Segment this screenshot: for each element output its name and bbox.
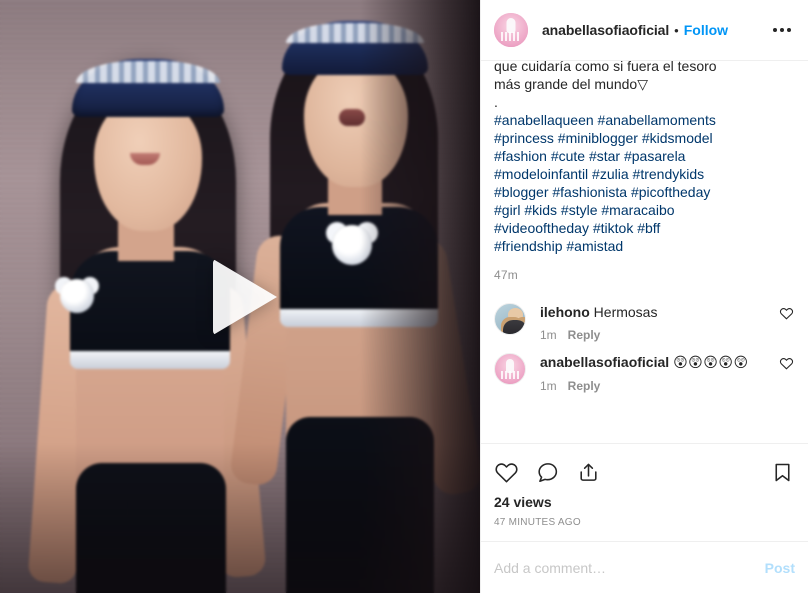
follow-button[interactable]: Follow bbox=[684, 22, 728, 38]
comment-like-icon[interactable] bbox=[779, 356, 795, 376]
comment-like-icon[interactable] bbox=[779, 306, 795, 326]
author-username[interactable]: anabellasofiaoficial bbox=[542, 22, 669, 38]
comment-reply-button[interactable]: Reply bbox=[568, 328, 601, 342]
dot-1 bbox=[773, 28, 777, 32]
caption-hashtags-6[interactable]: #girl #kids #style #maracaibo bbox=[494, 201, 795, 219]
comment-item: anabellasofiaoficial 😲😲😲😲😲 1m Reply bbox=[494, 346, 795, 397]
comment-reply-button[interactable]: Reply bbox=[568, 379, 601, 393]
commenter-username[interactable]: anabellasofiaoficial bbox=[540, 354, 669, 370]
comments-list: ilehono Hermosas 1m Reply anabellasofiao… bbox=[494, 296, 795, 397]
comments-scroll-area[interactable]: que cuidaría como si fuera el tesoro más… bbox=[481, 61, 808, 443]
action-icon-row bbox=[494, 453, 795, 491]
post-header: anabellasofiaoficial • Follow bbox=[481, 0, 808, 61]
add-comment-bar: Post bbox=[481, 541, 808, 593]
caption-blank-marker: . bbox=[494, 94, 498, 110]
comment-timestamp: 1m bbox=[540, 328, 557, 342]
share-button[interactable] bbox=[576, 460, 601, 485]
shadow-bottom bbox=[0, 443, 480, 593]
save-button[interactable] bbox=[770, 460, 795, 485]
commenter-avatar[interactable] bbox=[494, 353, 526, 385]
comment-body: 😲😲😲😲😲 bbox=[673, 355, 749, 371]
post-media[interactable] bbox=[0, 0, 480, 593]
post-actions: 24 views 47 MINUTES AGO bbox=[481, 443, 808, 541]
caption-hashtags-2[interactable]: #princess #miniblogger #kidsmodel bbox=[494, 129, 795, 147]
caption-hashtags-3[interactable]: #fashion #cute #star #pasarela bbox=[494, 147, 795, 165]
comment-text-line: anabellasofiaoficial 😲😲😲😲😲 bbox=[540, 353, 771, 372]
commenter-username[interactable]: ilehono bbox=[540, 304, 590, 320]
crop-top-hem-left bbox=[70, 351, 230, 369]
play-button[interactable] bbox=[194, 251, 286, 343]
comment-item: ilehono Hermosas 1m Reply bbox=[494, 296, 795, 346]
comment-content: anabellasofiaoficial 😲😲😲😲😲 1m Reply bbox=[540, 353, 771, 393]
instagram-post: anabellasofiaoficial • Follow que cuidar… bbox=[0, 0, 808, 593]
avatar-image bbox=[494, 13, 528, 47]
caption-hashtags-8[interactable]: #friendship #amistad bbox=[494, 237, 795, 255]
view-count: 24 views bbox=[494, 494, 552, 510]
caption-hashtags-5[interactable]: #blogger #fashionista #picoftheday bbox=[494, 183, 795, 201]
like-button[interactable] bbox=[494, 460, 519, 485]
caption-hashtags-4[interactable]: #modeloinfantil #zulia #trendykids bbox=[494, 165, 795, 183]
caption-hashtags-1[interactable]: #anabellaqueen #anabellamoments bbox=[494, 111, 795, 129]
avatar[interactable] bbox=[494, 13, 528, 47]
play-icon bbox=[213, 258, 277, 335]
comment-meta: 1m Reply bbox=[540, 328, 771, 342]
caption-hashtags-7[interactable]: #videooftheday #tiktok #bff bbox=[494, 219, 795, 237]
dot-2 bbox=[780, 28, 784, 32]
caption-line-1: que cuidaría como si fuera el tesoro bbox=[494, 61, 717, 74]
mouse-logo-left bbox=[60, 279, 94, 313]
headband-left bbox=[72, 59, 224, 117]
comment-button[interactable] bbox=[535, 460, 560, 485]
dot-3 bbox=[787, 28, 791, 32]
post-comment-button[interactable]: Post bbox=[755, 560, 795, 576]
comment-text-line: ilehono Hermosas bbox=[540, 303, 771, 321]
comment-body: Hermosas bbox=[593, 304, 658, 320]
header-separator: • bbox=[674, 22, 679, 38]
commenter-avatar[interactable] bbox=[494, 303, 526, 335]
comment-content: ilehono Hermosas 1m Reply bbox=[540, 303, 771, 342]
add-comment-input[interactable] bbox=[494, 559, 755, 576]
comment-meta: 1m Reply bbox=[540, 379, 771, 393]
more-options-icon[interactable] bbox=[768, 16, 796, 44]
comment-timestamp: 1m bbox=[540, 379, 557, 393]
post-sidebar: anabellasofiaoficial • Follow que cuidar… bbox=[480, 0, 808, 593]
post-caption: que cuidaría como si fuera el tesoro más… bbox=[494, 61, 795, 282]
caption-line-2: más grande del mundo▽ bbox=[494, 76, 648, 92]
caption-timestamp: 47m bbox=[494, 268, 518, 282]
post-timestamp: 47 MINUTES AGO bbox=[494, 517, 581, 528]
